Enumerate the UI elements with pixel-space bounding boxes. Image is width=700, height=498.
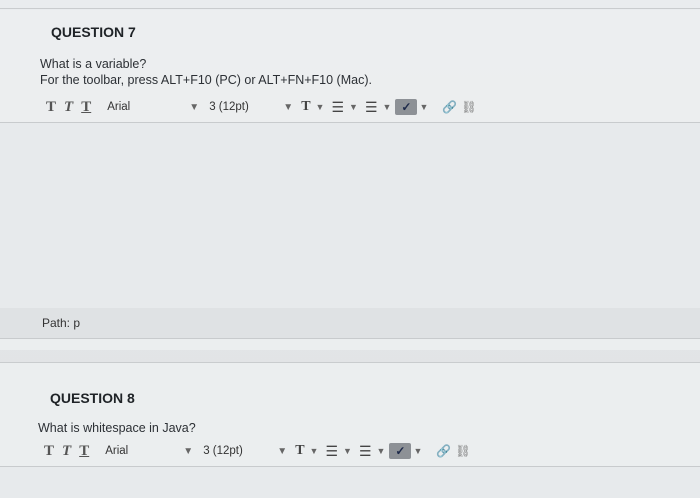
link-icon[interactable]: 🔗 (436, 444, 451, 458)
chevron-down-icon: ▼ (189, 101, 200, 113)
font-family-select[interactable]: Arial ▼ (105, 445, 193, 457)
font-family-value: Arial (107, 101, 131, 113)
numbered-list-dropdown-icon[interactable]: ▼ (383, 102, 392, 112)
text-color-icon[interactable]: T (295, 443, 304, 459)
question-8-editor[interactable] (0, 466, 700, 498)
bullet-list-icon[interactable]: ☰ (325, 443, 338, 460)
bullet-list-dropdown-icon[interactable]: ▼ (343, 446, 352, 456)
text-color-dropdown-icon[interactable]: ▼ (310, 446, 319, 456)
editor-path-bar: Path: p (0, 308, 700, 339)
chevron-down-icon: ▼ (277, 445, 288, 457)
question-7-toolbar: T T T Arial ▼ 3 (12pt) ▼ T ▼ ☰ ▼ ☰ ▼ ✓ ▼… (46, 94, 516, 120)
link-icon[interactable]: 🔗 (442, 100, 457, 114)
numbered-list-icon[interactable]: ☰ (365, 99, 378, 116)
underline-button[interactable]: T (81, 99, 91, 116)
text-color-icon[interactable]: T (301, 99, 310, 115)
bullet-list-icon[interactable]: ☰ (331, 99, 344, 116)
font-size-select[interactable]: 3 (12pt) ▼ (203, 445, 287, 457)
bold-button[interactable]: T (44, 443, 54, 460)
font-family-value: Arial (105, 445, 129, 457)
spellcheck-icon[interactable]: ✓ (395, 99, 418, 115)
spellcheck-dropdown-icon[interactable]: ▼ (413, 446, 422, 456)
chevron-down-icon: ▼ (183, 445, 194, 457)
spellcheck-dropdown-icon[interactable]: ▼ (419, 102, 428, 112)
text-color-dropdown-icon[interactable]: ▼ (316, 102, 325, 112)
path-label: Path: p (42, 316, 81, 330)
question-8-text: What is whitespace in Java? (38, 421, 196, 435)
italic-button[interactable]: T (62, 443, 71, 460)
italic-button[interactable]: T (64, 99, 73, 116)
font-family-select[interactable]: Arial ▼ (107, 101, 199, 113)
font-size-value: 3 (12pt) (203, 445, 243, 457)
font-size-select[interactable]: 3 (12pt) ▼ (209, 101, 293, 113)
unlink-icon[interactable]: ⛓ (461, 100, 476, 114)
bold-button[interactable]: T (46, 99, 56, 116)
numbered-list-dropdown-icon[interactable]: ▼ (377, 446, 386, 456)
toolbar-instructions: For the toolbar, press ALT+F10 (PC) or A… (40, 73, 372, 87)
top-divider (0, 8, 700, 9)
question-7-title: QUESTION 7 (51, 24, 136, 40)
chevron-down-icon: ▼ (283, 101, 294, 113)
question-8-toolbar: T T T Arial ▼ 3 (12pt) ▼ T ▼ ☰ ▼ ☰ ▼ ✓ ▼… (44, 438, 514, 464)
spellcheck-icon[interactable]: ✓ (389, 443, 412, 459)
underline-button[interactable]: T (79, 443, 89, 460)
font-size-value: 3 (12pt) (209, 101, 249, 113)
question-8-title: QUESTION 8 (50, 390, 135, 406)
question-7-editor[interactable] (0, 122, 700, 310)
question-7-text: What is a variable? (40, 57, 147, 71)
unlink-icon[interactable]: ⛓ (455, 444, 470, 458)
bullet-list-dropdown-icon[interactable]: ▼ (349, 102, 358, 112)
numbered-list-icon[interactable]: ☰ (359, 443, 372, 460)
